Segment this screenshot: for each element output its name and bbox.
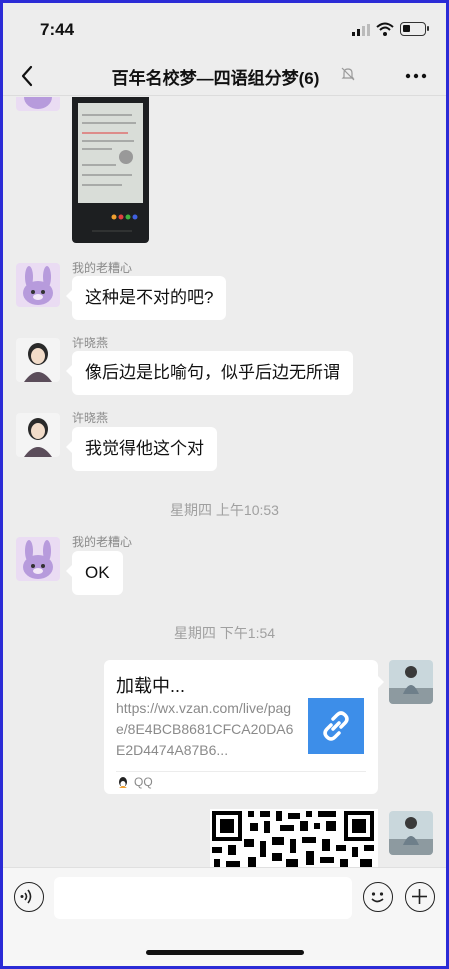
avatar-bunny[interactable] [16, 97, 60, 111]
link-url: https://wx.vzan.com/live/page/8E4BCB8681… [116, 700, 294, 758]
link-thumbnail [308, 698, 364, 754]
avatar-girl[interactable] [16, 338, 60, 382]
signal-icon [352, 24, 370, 36]
qq-penguin-icon [119, 777, 127, 788]
link-card[interactable]: 加载中... https://wx.vzan.com/live/page/8E4… [104, 660, 384, 794]
chat-title[interactable]: 百年名校梦—四语组分梦(6) [0, 64, 449, 89]
avatar-self[interactable] [389, 660, 433, 704]
emoji-icon[interactable] [363, 882, 393, 912]
home-indicator[interactable] [146, 950, 304, 955]
timestamp: 星期四 下午1:54 [173, 625, 276, 641]
avatar-self[interactable] [389, 811, 433, 855]
plus-icon[interactable] [405, 882, 435, 912]
timestamp: 星期四 上午10:53 [170, 502, 279, 518]
qr-code-image[interactable] [210, 809, 378, 867]
input-bar [0, 867, 449, 969]
message-bubble[interactable]: 像后边是比喻句，似乎后边无所谓 [66, 351, 353, 395]
sender-name: 我的老糟心 [72, 535, 133, 549]
battery-icon [400, 22, 429, 36]
chat-header: 百年名校梦—四语组分梦(6) [0, 56, 449, 96]
wifi-icon [376, 22, 394, 36]
sender-name: 许晓燕 [72, 411, 109, 425]
avatar-bunny[interactable] [16, 263, 60, 307]
link-icon [323, 711, 349, 741]
message-input[interactable] [54, 877, 352, 919]
avatar-bunny[interactable] [16, 537, 60, 581]
message-bubble[interactable]: OK [66, 551, 123, 595]
bell-slash-icon [341, 67, 355, 81]
chat-messages[interactable]: 我的老糟心 这种是不对的吧? 许晓燕 像后边是比喻句，似乎后边无所谓 许晓燕 我… [0, 97, 449, 867]
message-bubble[interactable]: 这种是不对的吧? [65, 276, 227, 320]
voice-icon[interactable] [14, 882, 44, 912]
sender-name: 我的老糟心 [72, 261, 133, 275]
sender-name: 许晓燕 [72, 336, 109, 350]
avatar-girl[interactable] [16, 413, 60, 457]
link-title: 加载中... [116, 676, 186, 696]
photo-message[interactable] [72, 97, 149, 243]
more-dots-icon[interactable] [404, 64, 428, 88]
message-bubble[interactable]: 我觉得他这个对 [66, 427, 217, 471]
status-bar: 7:44 [0, 0, 449, 56]
status-time: 7:44 [40, 20, 75, 39]
link-source: QQ [134, 775, 153, 789]
